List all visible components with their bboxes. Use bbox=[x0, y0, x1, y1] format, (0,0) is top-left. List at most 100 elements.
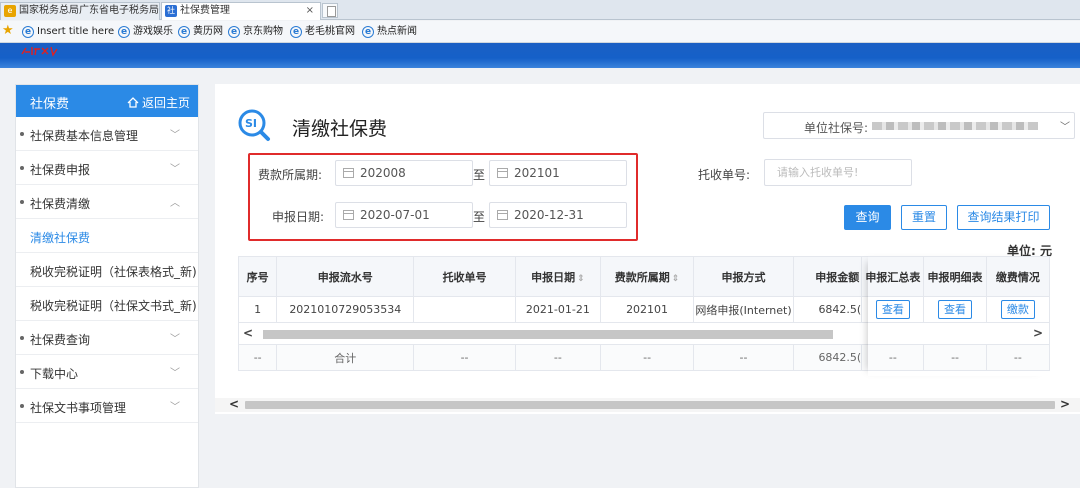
main-panel: SI 清缴社保费 单位社保号: ﹀ 费款所属期: 202008 至 202101… bbox=[215, 84, 1080, 414]
col-header: 序号 bbox=[237, 256, 278, 297]
tax-logo-icon bbox=[21, 46, 58, 57]
bullet-icon bbox=[20, 404, 24, 408]
ie-icon: e bbox=[118, 26, 130, 38]
sidebar-item-declare[interactable]: 社保费申报 ﹀ bbox=[16, 151, 198, 185]
bookmark-item[interactable]: e 热点新闻 bbox=[362, 25, 417, 39]
query-button[interactable]: 查询 bbox=[844, 205, 891, 230]
sidebar-item-download[interactable]: 下载中心 ﹀ bbox=[16, 355, 198, 389]
chevron-right-icon[interactable]: > bbox=[1060, 397, 1070, 411]
sidebar-item-tax-cert-doc[interactable]: 税收完税证明（社保文书式_新) bbox=[16, 287, 198, 321]
ie-icon: e bbox=[362, 26, 374, 38]
browser-tab-bar: e 国家税务总局广东省电子税务局 社 社保费管理 × bbox=[0, 0, 1080, 20]
reset-button[interactable]: 重置 bbox=[901, 205, 947, 230]
results-table: 序号 申报流水号 托收单号 申报日期 ⇕ 费款所属期 ⇕ 申报方式 申报金额 申报汇… bbox=[237, 256, 1051, 371]
tab-label: 社保费管理 bbox=[180, 5, 230, 16]
cell-serial: 2021010729053534 bbox=[276, 296, 415, 323]
collection-no-label: 托收单号: bbox=[698, 168, 751, 182]
cell-collection bbox=[413, 296, 516, 323]
browser-tab-social-fee[interactable]: 社 社保费管理 × bbox=[161, 2, 321, 20]
bookmark-item[interactable]: e 京东购物 bbox=[228, 25, 283, 39]
social-insurance-icon: SI bbox=[238, 109, 270, 141]
col-header: 托收单号 bbox=[413, 256, 516, 297]
page-title: 清缴社保费 bbox=[292, 118, 388, 140]
view-summary-button[interactable]: 查看 bbox=[875, 300, 910, 319]
browser-tab-tax-bureau[interactable]: e 国家税务总局广东省电子税务局 bbox=[0, 2, 160, 20]
bullet-icon bbox=[20, 336, 24, 340]
chevron-left-icon[interactable]: < bbox=[243, 326, 253, 340]
new-tab-button[interactable] bbox=[322, 3, 338, 18]
cell-amount: 6842.5( bbox=[792, 344, 863, 371]
fee-period-from-input[interactable]: 202008 bbox=[335, 160, 473, 186]
sidebar-title: 社保费 bbox=[30, 97, 70, 112]
browser-logo-icon: e bbox=[4, 5, 16, 17]
cell-summary: 查看 bbox=[861, 296, 925, 323]
ie-icon: e bbox=[228, 26, 240, 38]
star-icon[interactable]: ★ bbox=[2, 24, 14, 38]
to-label: 至 bbox=[473, 210, 486, 224]
declare-date-label: 申报日期: bbox=[272, 210, 325, 224]
sort-icon[interactable]: ⇕ bbox=[672, 274, 680, 284]
bookmark-item[interactable]: e 黄历网 bbox=[178, 25, 223, 39]
cell-collection: -- bbox=[413, 344, 516, 371]
masked-value bbox=[872, 122, 1038, 130]
sidebar-item-tax-cert-table[interactable]: 税收完税证明（社保表格式_新) bbox=[16, 253, 198, 287]
ie-icon: e bbox=[22, 26, 34, 38]
cell-method: 网络申报(Internet) bbox=[693, 296, 794, 323]
unit-social-no-select[interactable]: 单位社保号: ﹀ bbox=[763, 112, 1075, 139]
sort-icon[interactable]: ⇕ bbox=[577, 274, 585, 284]
chevron-down-icon: ﹀ bbox=[170, 130, 180, 141]
page-favicon-icon: 社 bbox=[165, 5, 177, 17]
scroll-thumb[interactable] bbox=[263, 330, 833, 339]
chevron-left-icon[interactable]: < bbox=[229, 397, 239, 411]
sidebar-item-basic-info[interactable]: 社保费基本信息管理 ﹀ bbox=[16, 117, 198, 151]
close-icon[interactable]: × bbox=[306, 3, 314, 19]
cell-period: 202101 bbox=[599, 296, 695, 323]
site-header bbox=[0, 43, 1080, 68]
table-hscrollbar[interactable]: < > bbox=[238, 322, 1050, 345]
ie-icon: e bbox=[290, 26, 302, 38]
chevron-down-icon: ﹀ bbox=[170, 402, 180, 413]
table-sum-row: -- 合计 -- -- -- -- 6842.5( -- -- -- bbox=[237, 344, 1051, 371]
svg-text:SI: SI bbox=[245, 117, 257, 130]
calendar-icon bbox=[343, 210, 354, 220]
sidebar-item-query[interactable]: 社保费查询 ﹀ bbox=[16, 321, 198, 355]
bookmark-item[interactable]: e 老毛桃官网 bbox=[290, 25, 355, 39]
chevron-right-icon[interactable]: > bbox=[1033, 326, 1043, 340]
sidebar-item-clearance[interactable]: 社保费清缴 ︿ bbox=[16, 185, 198, 219]
bookmark-item[interactable]: e Insert title here bbox=[22, 25, 114, 39]
bullet-icon bbox=[20, 166, 24, 170]
home-link[interactable]: 返回主页 bbox=[127, 94, 190, 111]
home-icon bbox=[127, 97, 139, 108]
sidebar-item-documents[interactable]: 社保文书事项管理 ﹀ bbox=[16, 389, 198, 423]
print-results-button[interactable]: 查询结果打印 bbox=[957, 205, 1050, 230]
chevron-down-icon: ﹀ bbox=[170, 164, 180, 175]
to-label: 至 bbox=[473, 168, 486, 182]
view-detail-button[interactable]: 查看 bbox=[938, 300, 973, 319]
declare-date-to-input[interactable]: 2020-12-31 bbox=[489, 202, 627, 228]
fee-period-to-input[interactable]: 202101 bbox=[489, 160, 627, 186]
pay-button[interactable]: 缴款 bbox=[1000, 300, 1035, 319]
col-header-sortable[interactable]: 申报日期 ⇕ bbox=[514, 256, 601, 297]
scroll-thumb[interactable] bbox=[245, 401, 1055, 409]
collection-no-input[interactable]: 请输入托收单号! bbox=[764, 159, 912, 186]
sidebar: 社保费 返回主页 社保费基本信息管理 ﹀ 社保费申报 ﹀ 社保费清缴 ︿ 清缴社… bbox=[15, 84, 199, 488]
chevron-up-icon: ︿ bbox=[170, 198, 180, 209]
cell-period: -- bbox=[599, 344, 695, 371]
col-header: 缴费情况 bbox=[985, 256, 1051, 297]
cell-amount: 6842.5( bbox=[792, 296, 863, 323]
col-header-sortable[interactable]: 费款所属期 ⇕ bbox=[599, 256, 695, 297]
bookmark-item[interactable]: e 游戏娱乐 bbox=[118, 25, 173, 39]
chevron-down-icon: ﹀ bbox=[1060, 122, 1070, 133]
table-scroll-row: < > bbox=[238, 322, 1050, 345]
cell-status: -- bbox=[985, 344, 1051, 371]
bookmarks-bar: ★ e Insert title here e 游戏娱乐 e 黄历网 e 京东购物 e老… bbox=[0, 21, 1080, 43]
cell-status: 缴款 bbox=[985, 296, 1051, 323]
col-header: 申报流水号 bbox=[276, 256, 415, 297]
sidebar-header: 社保费 返回主页 bbox=[16, 85, 198, 117]
cell-summary: -- bbox=[861, 344, 925, 371]
sidebar-item-clear-fee[interactable]: 清缴社保费 bbox=[16, 219, 198, 253]
chevron-down-icon: ﹀ bbox=[170, 334, 180, 345]
cell-serial: 合计 bbox=[276, 344, 415, 371]
page-hscrollbar[interactable]: < > bbox=[215, 397, 1080, 412]
declare-date-from-input[interactable]: 2020-07-01 bbox=[335, 202, 473, 228]
